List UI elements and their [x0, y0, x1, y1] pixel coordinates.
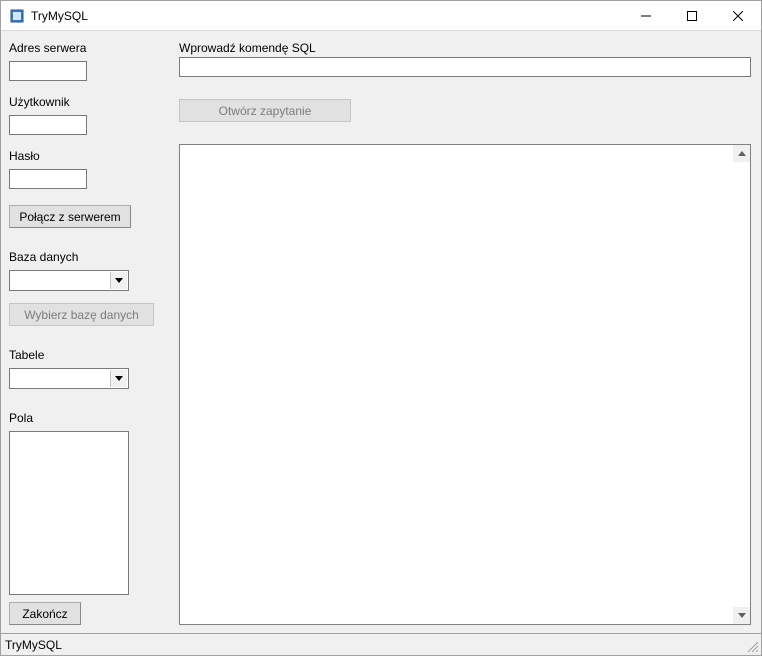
user-label: Użytkownik	[9, 95, 161, 109]
database-label: Baza danych	[9, 250, 161, 264]
server-address-input[interactable]	[9, 61, 87, 81]
password-label: Hasło	[9, 149, 161, 163]
statusbar: TryMySQL	[1, 633, 761, 655]
chevron-down-icon	[110, 272, 127, 289]
results-area[interactable]	[179, 144, 751, 625]
end-button[interactable]: Zakończ	[9, 602, 81, 625]
password-input[interactable]	[9, 169, 87, 189]
client-area: Adres serwera Użytkownik Hasło Połącz z …	[1, 31, 761, 633]
app-window: TryMySQL Adres serwera Użytkownik Hasło …	[0, 0, 762, 656]
resize-grip-icon[interactable]	[745, 639, 759, 653]
open-query-button-label: Otwórz zapytanie	[219, 104, 312, 118]
right-panel: Wprowadź komendę SQL Otwórz zapytanie	[169, 31, 761, 633]
fields-label: Pola	[9, 411, 161, 425]
connect-button[interactable]: Połącz z serwerem	[9, 205, 131, 228]
maximize-button[interactable]	[669, 1, 715, 31]
app-icon	[9, 8, 25, 24]
sql-label: Wprowadź komendę SQL	[179, 41, 751, 55]
close-button[interactable]	[715, 1, 761, 31]
window-title: TryMySQL	[31, 9, 88, 23]
scroll-down-button[interactable]	[733, 607, 750, 624]
server-address-label: Adres serwera	[9, 41, 161, 55]
left-panel: Adres serwera Użytkownik Hasło Połącz z …	[1, 31, 169, 633]
select-database-button-label: Wybierz bazę danych	[24, 308, 139, 322]
user-input[interactable]	[9, 115, 87, 135]
scroll-up-button[interactable]	[733, 145, 750, 162]
statusbar-text: TryMySQL	[5, 638, 62, 652]
tables-select[interactable]	[9, 368, 129, 389]
chevron-down-icon	[110, 370, 127, 387]
minimize-button[interactable]	[623, 1, 669, 31]
connect-button-label: Połącz z serwerem	[19, 210, 120, 224]
end-button-label: Zakończ	[22, 607, 67, 621]
fields-listbox[interactable]	[9, 431, 129, 595]
titlebar: TryMySQL	[1, 1, 761, 31]
tables-label: Tabele	[9, 348, 161, 362]
select-database-button[interactable]: Wybierz bazę danych	[9, 303, 154, 326]
database-select[interactable]	[9, 270, 129, 291]
sql-input[interactable]	[179, 57, 751, 77]
open-query-button[interactable]: Otwórz zapytanie	[179, 99, 351, 122]
